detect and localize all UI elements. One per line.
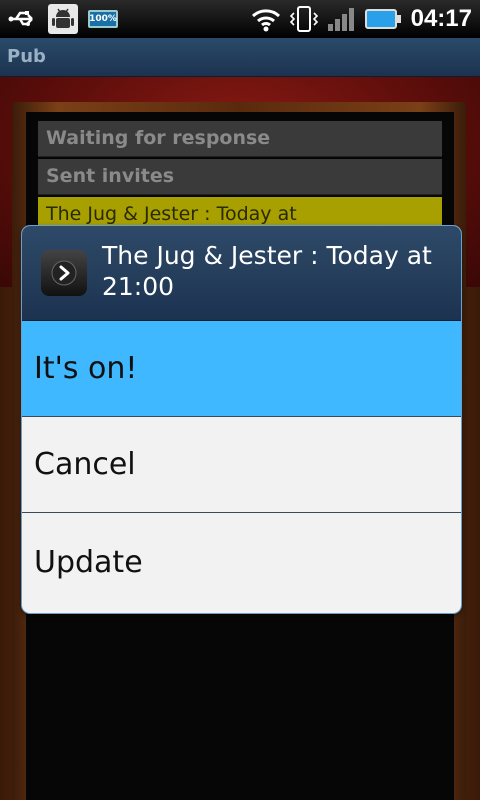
wifi-icon xyxy=(251,6,281,32)
option-label: It's on! xyxy=(34,351,138,386)
list-header-sent-invites[interactable]: Sent invites xyxy=(38,159,442,195)
context-menu-dialog: The Jug & Jester : Today at 21:00 It's o… xyxy=(22,226,461,613)
chevron-right-icon xyxy=(41,250,87,296)
option-cancel[interactable]: Cancel xyxy=(22,417,461,513)
app-title: Pub xyxy=(7,46,46,67)
option-label: Update xyxy=(34,544,143,580)
usb-icon xyxy=(8,8,38,30)
dialog-title: The Jug & Jester : Today at 21:00 xyxy=(102,241,432,301)
signal-icon xyxy=(327,6,357,32)
dialog-header: The Jug & Jester : Today at 21:00 xyxy=(22,226,461,321)
battery-icon xyxy=(364,9,401,29)
list-header-waiting[interactable]: Waiting for response xyxy=(38,121,442,157)
clock: 04:17 xyxy=(410,5,472,32)
battery-notification-icon: 100% xyxy=(88,10,118,28)
vibrate-icon xyxy=(289,5,319,33)
app-title-bar: Pub xyxy=(0,38,480,77)
status-bar: 100% 04:17 xyxy=(0,0,480,38)
option-its-on[interactable]: It's on! xyxy=(22,321,461,417)
android-debug-icon xyxy=(48,4,78,34)
option-update[interactable]: Update xyxy=(22,514,461,610)
option-label: Cancel xyxy=(34,447,136,482)
